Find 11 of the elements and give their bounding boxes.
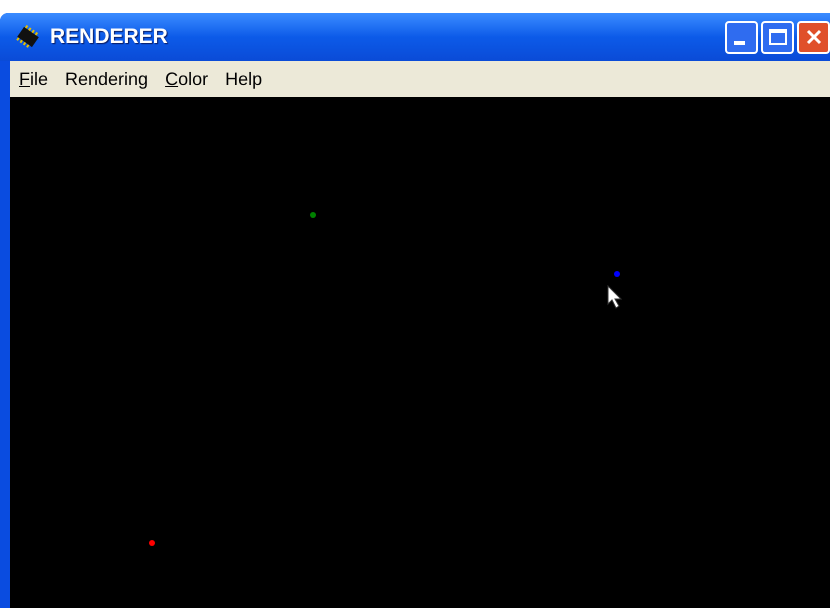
menu-item[interactable]: File bbox=[19, 70, 48, 88]
menu-item[interactable]: Color bbox=[165, 70, 208, 88]
window-title: RENDERER bbox=[50, 24, 168, 50]
minimize-button[interactable] bbox=[725, 20, 758, 54]
maximize-button[interactable] bbox=[761, 20, 794, 54]
menu-item[interactable]: Help bbox=[225, 70, 262, 88]
menu-item[interactable]: Rendering bbox=[65, 70, 148, 88]
chip-icon bbox=[14, 24, 42, 50]
close-icon bbox=[804, 28, 822, 46]
close-button[interactable] bbox=[797, 20, 830, 54]
cursor-icon bbox=[607, 285, 623, 309]
